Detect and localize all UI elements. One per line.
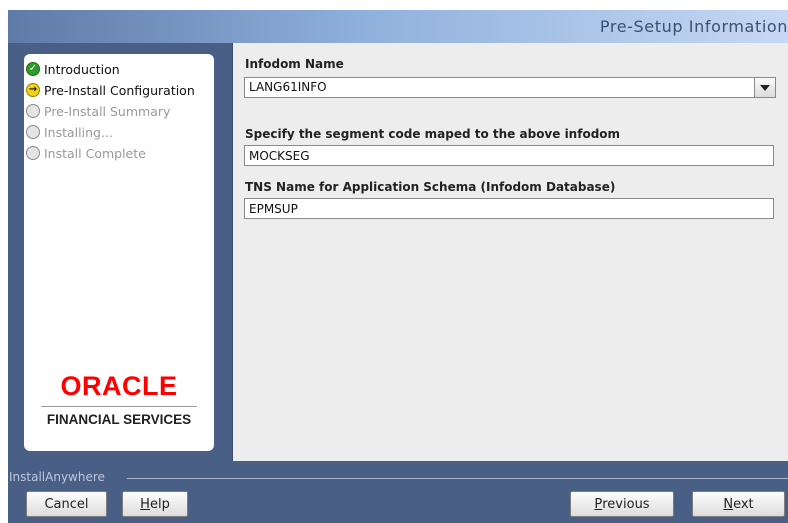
page-title: Pre-Setup Information: [599, 17, 788, 36]
segment-label: Specify the segment code maped to the ab…: [245, 127, 621, 141]
step-label: Installing...: [44, 124, 113, 140]
help-mnemonic: H: [140, 496, 150, 512]
step-installing: Installing...: [26, 123, 113, 141]
help-button[interactable]: Help: [122, 491, 188, 517]
empty-circle-icon: [26, 104, 40, 118]
chevron-down-icon: [760, 85, 770, 91]
previous-label: revious: [602, 496, 650, 512]
step-pre-install-configuration: → Pre-Install Configuration: [26, 81, 195, 99]
infodom-label: Infodom Name: [245, 57, 344, 71]
check-circle-icon: ✓: [26, 62, 40, 76]
infodom-select[interactable]: LANG61INFO: [244, 77, 776, 98]
empty-circle-icon: [26, 125, 40, 139]
step-label: Install Complete: [44, 145, 146, 161]
step-label: Pre-Install Summary: [44, 103, 171, 119]
arrow-circle-icon: →: [26, 83, 40, 97]
content-panel: Infodom Name LANG61INFO Specify the segm…: [232, 43, 788, 461]
installanywhere-label: InstallAnywhere: [9, 470, 105, 484]
previous-mnemonic: P: [594, 496, 603, 512]
steps-panel: ✓ Introduction → Pre-Install Configurati…: [24, 54, 214, 451]
step-label: Introduction: [44, 61, 120, 77]
next-mnemonic: N: [723, 496, 734, 512]
tns-label: TNS Name for Application Schema (Infodom…: [245, 180, 616, 194]
header-bar: Pre-Setup Information: [8, 10, 788, 43]
infodom-value: LANG61INFO: [249, 80, 327, 94]
cancel-button[interactable]: Cancel: [26, 491, 107, 517]
step-pre-install-summary: Pre-Install Summary: [26, 102, 170, 120]
help-label: elp: [149, 496, 170, 512]
step-install-complete: Install Complete: [26, 144, 146, 162]
footer-divider: [127, 478, 788, 479]
previous-button[interactable]: Previous: [570, 491, 674, 517]
logo-divider: [41, 406, 197, 407]
next-label: ext: [733, 496, 754, 512]
logo-subtitle: FINANCIAL SERVICES: [46, 412, 192, 427]
segment-input[interactable]: [244, 145, 774, 166]
empty-circle-icon: [26, 146, 40, 160]
tns-input[interactable]: [244, 198, 774, 219]
next-button[interactable]: Next: [692, 491, 785, 517]
cancel-label: Cancel: [44, 496, 89, 512]
installer-window: Pre-Setup Information ✓ Introduction → P…: [8, 10, 788, 523]
step-label: Pre-Install Configuration: [44, 82, 195, 98]
dropdown-button[interactable]: [754, 78, 775, 97]
step-introduction: ✓ Introduction: [26, 60, 120, 78]
oracle-logo: ORACLE: [60, 371, 178, 401]
